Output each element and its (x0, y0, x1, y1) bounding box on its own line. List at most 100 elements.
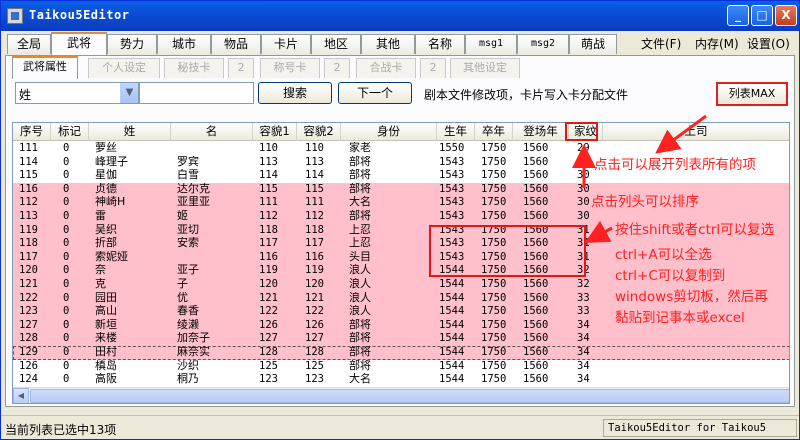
cell-death-year: 1750 (481, 196, 507, 209)
tab-cities[interactable]: 城市 (157, 34, 211, 54)
cell-surname: 克 (95, 278, 106, 290)
cell-index: 119 (19, 223, 38, 236)
cell-index: 122 (19, 291, 38, 304)
scroll-left-icon[interactable]: ◀ (13, 388, 29, 403)
menu-memory[interactable]: 内存(M) (695, 35, 739, 52)
cell-family-crest: 34 (577, 359, 590, 372)
subtab-secret-cards[interactable]: 秘技卡 (164, 58, 224, 78)
cell-face1: 113 (259, 155, 278, 168)
next-button[interactable]: 下一个 (338, 82, 412, 104)
subtab-battle-cards-2[interactable]: 2 (420, 58, 446, 78)
close-button[interactable]: X (775, 5, 797, 26)
tab-msg1[interactable]: msg1 (465, 34, 517, 54)
tab-regions[interactable]: 地区 (311, 34, 361, 54)
annotation-copy: ctrl+C可以复制到 (615, 268, 726, 284)
search-field-select[interactable]: 姓 ▼ (15, 82, 139, 104)
list-max-button[interactable]: 列表MAX (716, 82, 788, 106)
cell-debut-year: 1560 (523, 155, 549, 168)
tab-generals[interactable]: 武将 (51, 32, 107, 55)
menu-file[interactable]: 文件(F) (641, 35, 681, 52)
cell-face1: 128 (259, 346, 278, 358)
cell-face1: 112 (259, 210, 278, 222)
subtab-secret-cards-2[interactable]: 2 (228, 58, 254, 78)
cell-death-year: 1750 (481, 318, 507, 331)
header-col-surname[interactable]: 姓 (89, 123, 171, 141)
header-col-face2[interactable]: 容貌2 (297, 123, 341, 141)
cell-face1: 122 (259, 305, 278, 318)
chevron-down-icon[interactable]: ▼ (120, 83, 138, 103)
header-col-superior[interactable]: 上司 (603, 123, 789, 141)
table-row[interactable]: 126 0 槙岛 沙织 125 125 部将 1544 1750 1560 34 (13, 359, 789, 374)
subtab-general-attributes[interactable]: 武将属性 (12, 56, 78, 79)
table-row[interactable]: 128 0 来楼 加奈子 127 127 部将 1544 1750 1560 34 (13, 332, 789, 346)
scrollbar-thumb[interactable] (30, 389, 789, 403)
cell-death-year: 1750 (481, 155, 507, 168)
search-button[interactable]: 搜索 (258, 82, 332, 104)
subtab-battle-cards[interactable]: 合战卡 (356, 58, 416, 78)
cell-surname: 来楼 (95, 332, 117, 345)
annotation-paste-2: 黏贴到记事本或excel (615, 310, 745, 326)
tab-moe-battle[interactable]: 萌战 (569, 34, 617, 54)
cell-birth-year: 1544 (439, 373, 465, 386)
cell-birth-year: 1543 (439, 169, 465, 182)
cell-surname: 新垣 (95, 318, 117, 331)
maximize-button[interactable]: □ (751, 5, 773, 26)
search-input[interactable] (139, 82, 254, 104)
cell-death-year: 1750 (481, 278, 507, 290)
header-col-debut-year[interactable]: 登场年 (513, 123, 569, 141)
cell-given-name: 安索 (177, 237, 199, 250)
status-bar: 当前列表已选中13项 Taikou5Editor for Taikou5 1.1… (1, 415, 799, 439)
cell-index: 113 (19, 210, 38, 222)
tab-names[interactable]: 名称 (415, 34, 465, 54)
header-col-index[interactable]: 序号 (13, 123, 51, 141)
header-col-face1[interactable]: 容貌1 (253, 123, 297, 141)
annotation-sort: 点击列头可以排序 (591, 194, 699, 210)
menu-settings[interactable]: 设置(O) (747, 35, 790, 52)
cell-face1: 125 (259, 359, 278, 372)
cell-index: 127 (19, 318, 38, 331)
subtab-title-cards[interactable]: 称号卡 (260, 58, 320, 78)
table-row[interactable]: 129 0 田村 麻奈实 128 128 部将 1544 1750 1560 34 (13, 346, 789, 360)
cell-status: 头目 (349, 250, 371, 263)
cell-debut-year: 1560 (523, 346, 549, 358)
cell-face1: 111 (259, 196, 278, 209)
cell-debut-year: 1560 (523, 182, 549, 195)
subtab-title-cards-2[interactable]: 2 (324, 58, 350, 78)
subtab-personal-settings[interactable]: 个人设定 (88, 58, 160, 78)
tab-cards[interactable]: 卡片 (261, 34, 311, 54)
cell-surname: 高山 (95, 305, 117, 318)
tab-msg2[interactable]: msg2 (517, 34, 569, 54)
cell-face1: 120 (259, 278, 278, 290)
cell-face2: 113 (305, 155, 324, 168)
cell-surname: 吴织 (95, 223, 117, 236)
cell-index: 129 (19, 346, 38, 358)
tab-items[interactable]: 物品 (211, 34, 261, 54)
tab-global[interactable]: 全局 (7, 34, 51, 54)
cell-birth-year: 1544 (439, 291, 465, 304)
main-tab-bar: 全局 武将 势力 城市 物品 卡片 地区 其他 名称 msg1 msg2 萌战 … (1, 31, 799, 55)
cell-index: 120 (19, 264, 38, 277)
cell-status: 浪人 (349, 305, 371, 318)
cell-given-name (177, 142, 253, 154)
table-row[interactable]: 124 0 高阪 桐乃 123 123 大名 1544 1750 1560 34 (13, 373, 789, 387)
cell-face2: 122 (305, 305, 324, 318)
cell-mark: 0 (63, 223, 70, 236)
tab-factions[interactable]: 势力 (107, 34, 157, 54)
cell-status: 部将 (349, 210, 371, 222)
cell-given-name: 麻奈实 (177, 346, 210, 358)
cell-mark: 0 (63, 250, 70, 263)
cell-superior (609, 373, 789, 385)
horizontal-scrollbar[interactable]: ◀ (13, 387, 789, 403)
minimize-button[interactable]: _ (727, 5, 749, 26)
cell-given-name: 沙织 (177, 359, 199, 372)
header-col-birth-year[interactable]: 生年 (437, 123, 475, 141)
header-col-status[interactable]: 身份 (341, 123, 437, 141)
header-col-given-name[interactable]: 名 (171, 123, 253, 141)
cell-face1: 110 (259, 142, 278, 154)
header-col-mark[interactable]: 标记 (51, 123, 89, 141)
header-col-death-year[interactable]: 卒年 (475, 123, 513, 141)
cell-surname: 田村 (95, 346, 117, 358)
cell-mark: 0 (63, 359, 70, 372)
subtab-other-settings[interactable]: 其他设定 (450, 58, 520, 78)
tab-other[interactable]: 其他 (361, 34, 415, 54)
